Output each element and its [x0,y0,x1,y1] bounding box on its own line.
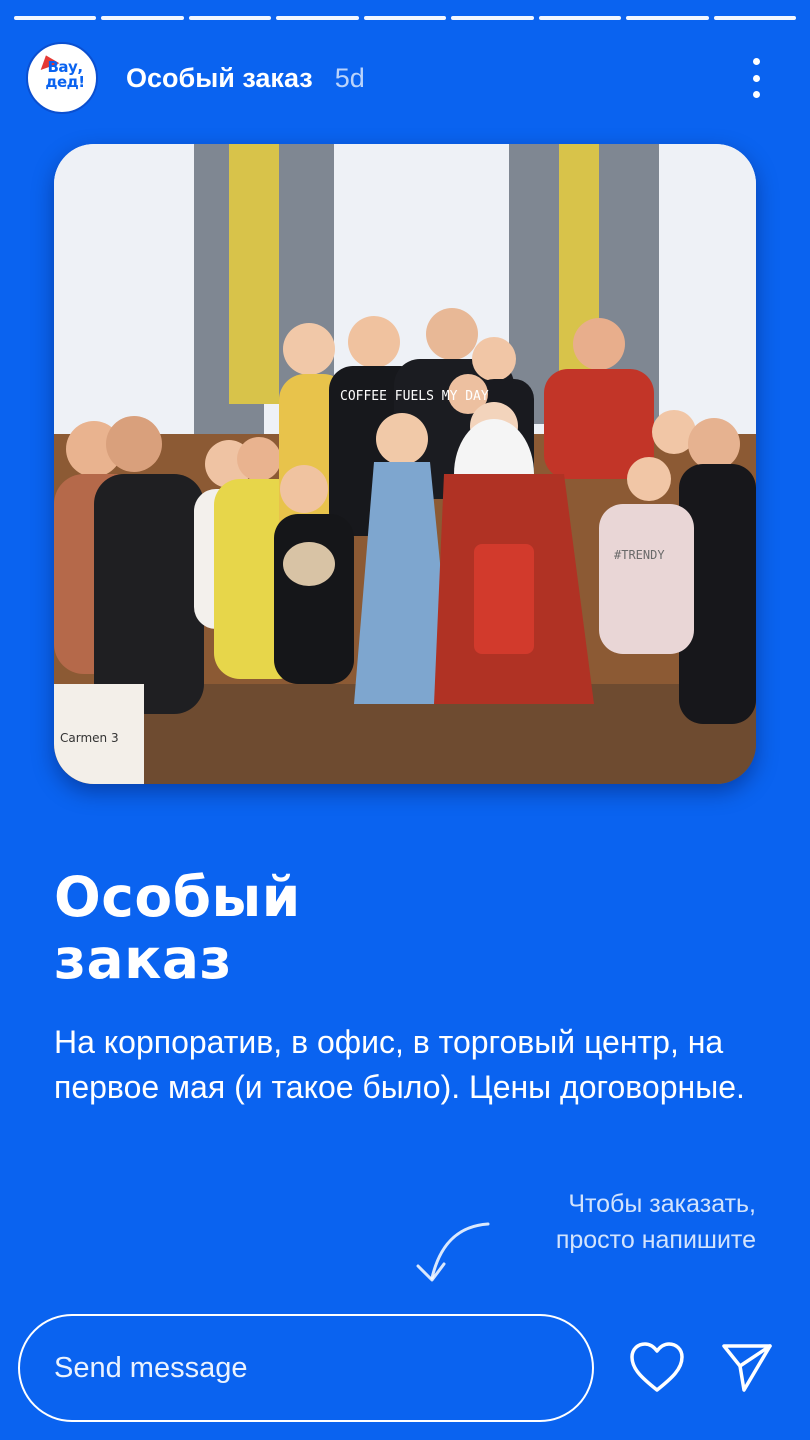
heading-line-2: заказ [54,927,232,991]
avatar-logo-text: Вау, дед! [45,58,85,91]
curved-arrow-icon [416,1222,490,1282]
progress-segment [101,16,184,20]
heading-line-1: Особый [54,865,301,929]
more-options-icon[interactable] [744,58,768,98]
progress-segment [538,16,622,20]
progress-segment [713,16,796,20]
avatar[interactable]: Вау, дед! [26,42,98,114]
more-dot [752,74,760,82]
progress-segment [188,16,272,20]
progress-segment [626,16,709,20]
order-hint: Чтобы заказать, просто напишите [456,1186,756,1258]
story-header: Вау, дед! Особый заказ 5d [26,42,786,114]
story-time: 5d [334,62,365,93]
more-dot [752,58,760,65]
hint-line-1: Чтобы заказать, [568,1190,756,1218]
progress-segment [451,16,534,20]
story-photo: COFFEE FUELS MY DAY #TRENDY Carmen 3 [54,144,756,784]
story-screen: Вау, дед! Особый заказ 5d COFFEE FUELS M… [0,0,810,1440]
heart-icon[interactable] [628,1340,686,1394]
box-text: Carmen 3 [60,731,119,745]
story-progress [14,16,796,20]
story-heading: Особый заказ [54,866,554,990]
send-icon[interactable] [720,1340,774,1394]
progress-segment [276,16,359,20]
group-photo-illustration: COFFEE FUELS MY DAY #TRENDY Carmen 3 [54,144,756,784]
hint-line-2: просто напишите [555,1226,756,1254]
more-dot [752,91,760,98]
progress-segment [363,16,447,20]
send-message-input[interactable] [18,1314,594,1422]
shirt-text-2: #TRENDY [614,548,665,562]
shirt-text: COFFEE FUELS MY DAY [340,389,489,404]
story-body-text: На корпоратив, в офис, в торговый центр,… [54,1024,745,1105]
progress-segment [14,16,97,20]
story-title[interactable]: Особый заказ [126,63,313,94]
